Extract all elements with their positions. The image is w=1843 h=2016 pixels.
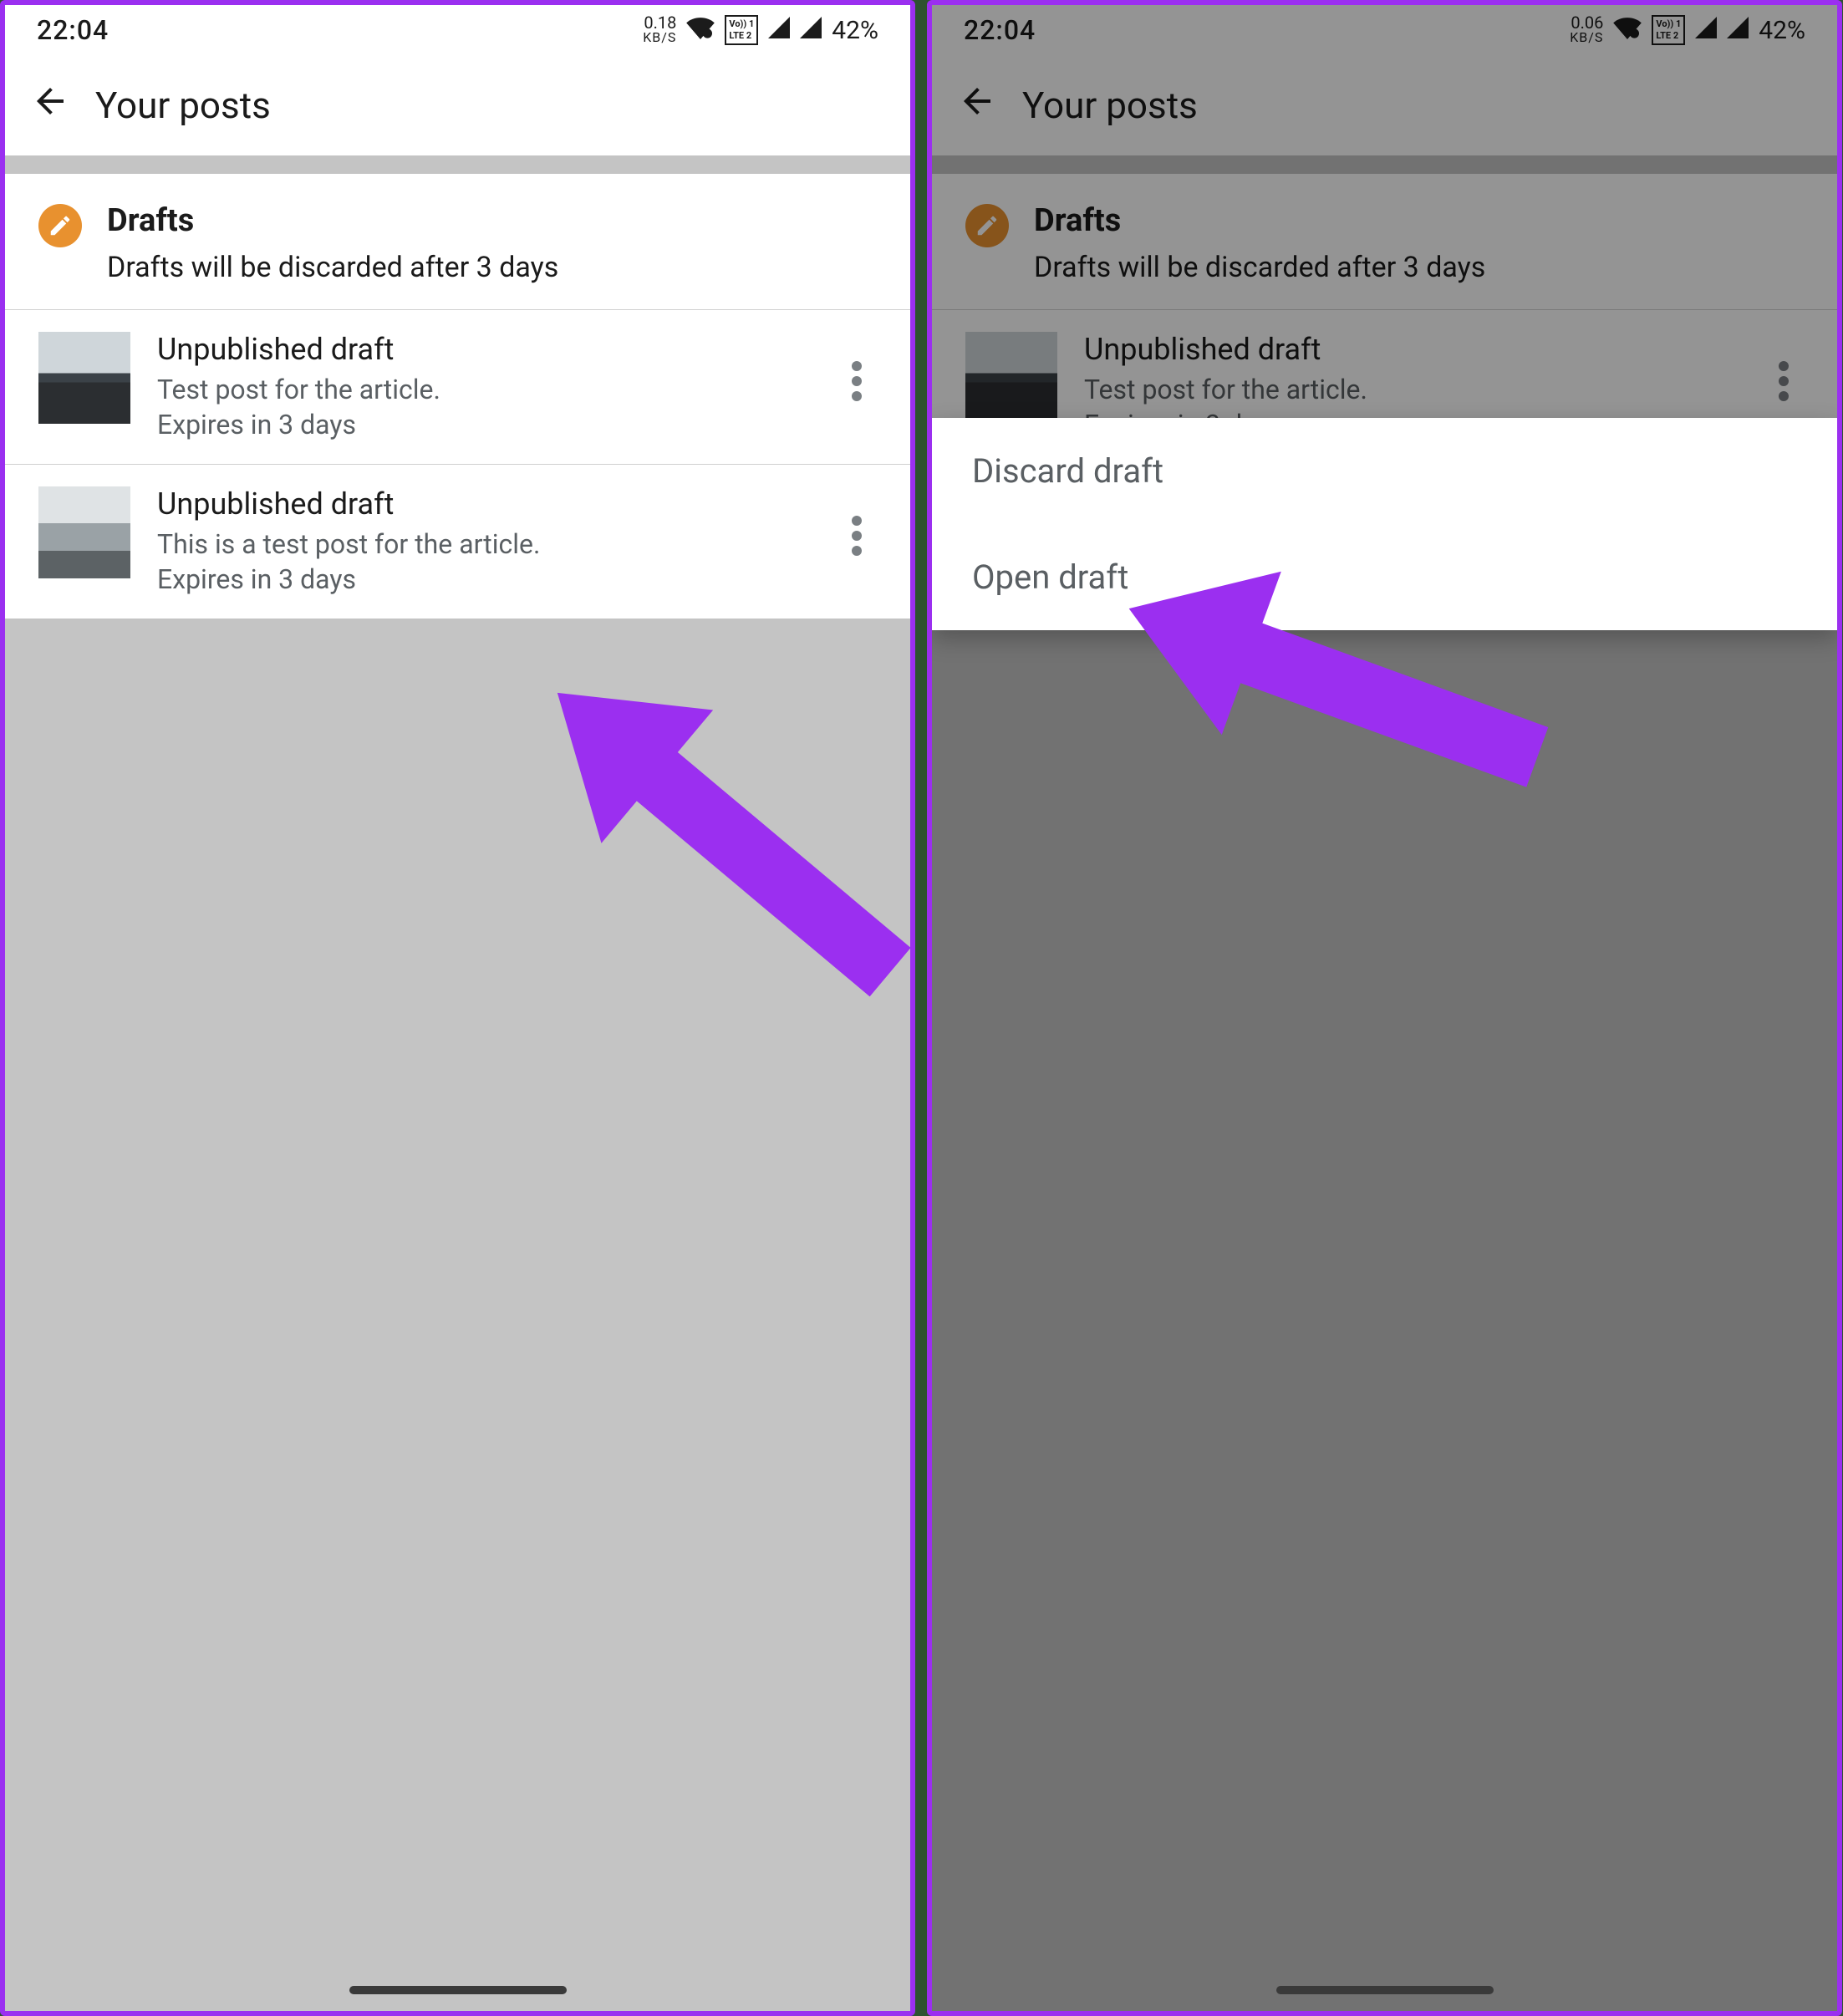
drafts-title: Drafts: [107, 202, 558, 239]
draft-title: Unpublished draft: [157, 486, 810, 522]
draft-thumbnail: [38, 332, 130, 424]
draft-expires: Expires in 3 days: [157, 562, 810, 597]
network-speed: 0.18 KB/S: [643, 15, 676, 45]
wifi-icon: [686, 16, 715, 45]
status-bar: 22:04 0.18 KB/S Vo)) 1 LTE 2 42%: [5, 5, 910, 55]
drafts-section-header: Drafts Drafts will be discarded after 3 …: [5, 174, 910, 309]
drafts-subtitle: Drafts will be discarded after 3 days: [107, 251, 558, 284]
signal-icon-1: [768, 17, 790, 44]
draft-expires: Expires in 3 days: [157, 407, 810, 442]
page-title: Your posts: [95, 84, 271, 127]
pencil-icon: [38, 204, 82, 247]
draft-item[interactable]: Unpublished draft Test post for the arti…: [5, 309, 910, 464]
home-indicator[interactable]: [1276, 1986, 1494, 1994]
phone-right: 22:04 0.06 KB/S Vo)) 1 LTE 2 42%: [927, 0, 1842, 2016]
discard-draft-option[interactable]: Discard draft: [932, 418, 1837, 524]
phone-left: 22:04 0.18 KB/S Vo)) 1 LTE 2 42%: [0, 0, 915, 2016]
status-time: 22:04: [37, 14, 109, 46]
signal-icon-2: [800, 17, 822, 44]
divider-strip: [5, 155, 910, 174]
more-options-button[interactable]: [837, 344, 877, 419]
toolbar: Your posts: [5, 55, 910, 155]
battery-percent: 42%: [832, 16, 878, 45]
lte-badge: Vo)) 1 LTE 2: [725, 15, 758, 45]
modal-scrim[interactable]: [932, 5, 1837, 2011]
draft-item[interactable]: Unpublished draft This is a test post fo…: [5, 464, 910, 619]
more-options-button[interactable]: [837, 498, 877, 573]
draft-title: Unpublished draft: [157, 332, 810, 367]
back-arrow-icon[interactable]: [30, 81, 70, 130]
status-right: 0.18 KB/S Vo)) 1 LTE 2 42%: [643, 15, 878, 45]
draft-desc: Test post for the article.: [157, 372, 810, 407]
draft-thumbnail: [38, 486, 130, 578]
home-indicator[interactable]: [349, 1986, 567, 1994]
draft-desc: This is a test post for the article.: [157, 527, 810, 562]
